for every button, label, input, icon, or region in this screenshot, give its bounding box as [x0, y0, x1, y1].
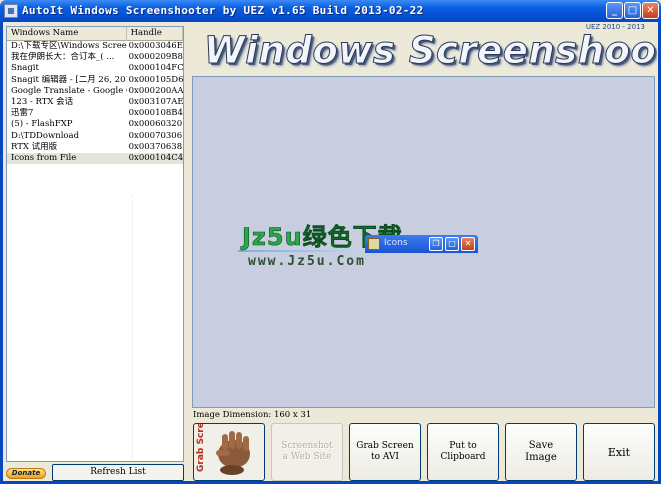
window-name-cell: D:\TDDownload	[11, 130, 80, 141]
window-name-cell: 迅雷7	[11, 108, 34, 119]
handle-cell: 0x00070306	[128, 130, 183, 141]
mini-close-icon: ✕	[461, 237, 475, 251]
image-dimension-label: Image Dimension: 160 x 31	[193, 410, 312, 420]
exit-button[interactable]: Exit	[583, 423, 655, 481]
handle-cell: 0x003107AE	[128, 96, 183, 107]
close-button[interactable]: ✕	[642, 2, 659, 19]
window-name-cell: D:\下载专区\Windows Screen...	[11, 41, 127, 51]
mini-window-title: Icons	[384, 238, 408, 248]
screenshot-web-site-button[interactable]: Screenshot a Web Site	[271, 423, 343, 481]
window-name-cell: Icons from File	[11, 152, 77, 163]
put-to-clipboard-button[interactable]: Put to Clipboard	[427, 423, 499, 481]
table-row[interactable]: (5) - FlashFXP 0x00060320	[7, 119, 183, 130]
handle-cell: 0x000200AA	[128, 85, 183, 96]
column-header-handle[interactable]: Handle	[127, 27, 183, 41]
table-row[interactable]: Snagit 编辑器 - [二月 26, 201... 0x000105D6	[7, 75, 183, 86]
table-row[interactable]: 123 - RTX 会话 0x003107AE	[7, 97, 183, 108]
handle-cell: 0x00060320	[128, 119, 183, 130]
handle-cell: 0x000104FC	[128, 63, 183, 74]
handle-cell: 0x000105D6	[128, 74, 183, 85]
table-row[interactable]: RTX 试用版 0x00370638	[7, 142, 183, 153]
table-row[interactable]: 我在伊朗长大：合订本_( ... 0x000209B8	[7, 52, 183, 63]
banner-title: Windows Screenshooter	[204, 29, 657, 73]
handle-cell: 0x000209B8	[128, 52, 183, 63]
handle-cell: 0x000108B4	[128, 108, 183, 119]
window-name-cell: Snagit	[11, 63, 39, 74]
minimize-button[interactable]: _	[606, 2, 623, 19]
list-header: Windows Name Handle	[7, 27, 183, 41]
grab-screen-button[interactable]: Grab Screen	[193, 423, 265, 481]
grab-hand-icon	[216, 431, 250, 475]
table-row[interactable]: Icons from File 0x000104C4	[7, 152, 183, 165]
grab-screen-icon-text: Grab Screen	[196, 423, 206, 472]
captured-window-preview: Icons ❐ □ ✕	[365, 235, 478, 253]
title-bar[interactable]: AutoIt Windows Screenshooter by UEZ v1.6…	[0, 0, 661, 22]
window-title: AutoIt Windows Screenshooter by UEZ v1.6…	[22, 4, 424, 17]
table-row[interactable]: Google Translate - Google Chr...0x000200…	[7, 86, 183, 97]
window-name-cell: Snagit 编辑器 - [二月 26, 201...	[11, 74, 127, 85]
app-icon[interactable]	[4, 4, 18, 18]
refresh-list-button[interactable]: Refresh List	[52, 464, 184, 481]
table-row[interactable]: D:\下载专区\Windows Screen...0x0003046E	[7, 41, 183, 52]
donate-button[interactable]: Donate	[6, 468, 46, 479]
mini-window-icon	[368, 238, 380, 250]
list-rows: D:\下载专区\Windows Screen...0x0003046E我在伊朗长…	[7, 41, 183, 165]
app-banner: UEZ 2010 - 2013 Windows Screenshooter	[190, 23, 657, 73]
window-name-cell: 123 - RTX 会话	[11, 96, 74, 107]
column-header-windows-name[interactable]: Windows Name	[7, 27, 127, 41]
table-row[interactable]: Snagit 0x000104FC	[7, 63, 183, 74]
window-list[interactable]: Windows Name Handle D:\下载专区\Windows Scre…	[6, 26, 184, 462]
window-name-cell: (5) - FlashFXP	[11, 119, 73, 130]
mini-restore-icon: ❐	[429, 237, 443, 251]
window-name-cell: RTX 试用版	[11, 141, 58, 152]
handle-cell: 0x00370638	[128, 141, 183, 152]
save-image-button[interactable]: Save Image	[505, 423, 577, 481]
table-row[interactable]: D:\TDDownload 0x00070306	[7, 131, 183, 142]
grab-screen-to-avi-button[interactable]: Grab Screen to AVI	[349, 423, 421, 481]
maximize-button[interactable]: □	[624, 2, 641, 19]
handle-cell: 0x0003046E	[128, 41, 183, 51]
window-name-cell: 我在伊朗长大：合订本_( ...	[11, 52, 115, 63]
mini-maximize-icon: □	[445, 237, 459, 251]
window-name-cell: Google Translate - Google Chr...	[11, 85, 127, 96]
handle-cell: 0x000104C4	[128, 152, 183, 163]
table-row[interactable]: 迅雷7 0x000108B4	[7, 108, 183, 119]
column-divider	[132, 195, 133, 461]
watermark-url: www.Jz5u.Com	[248, 254, 366, 269]
